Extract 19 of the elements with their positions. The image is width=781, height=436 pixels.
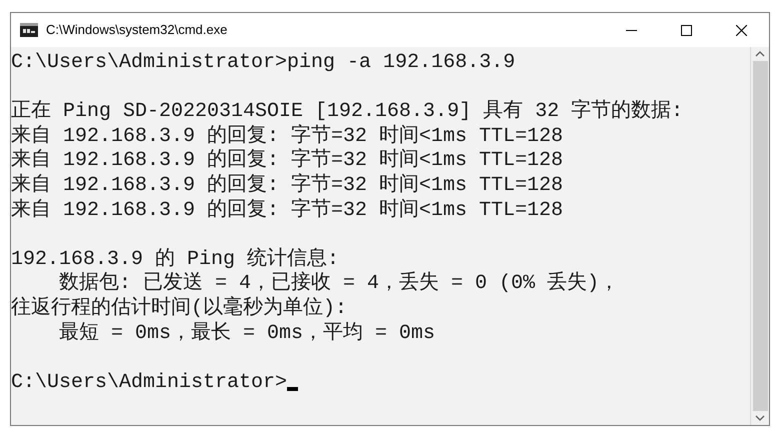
console-line: 来自 192.168.3.9 的回复: 字节=32 时间<1ms TTL=128 [11, 174, 564, 198]
console-line: 往返行程的估计时间(以毫秒为单位): [11, 296, 348, 322]
maximize-icon [681, 24, 692, 36]
console-line: 192.168.3.9 的 Ping 统计信息: [11, 248, 340, 271]
console-line: 来自 192.168.3.9 的回复: 字节=32 时间<1ms TTL=128 [11, 124, 564, 148]
console-line: 最短 = 0ms，最长 = 0ms，平均 = 0ms [58, 322, 436, 346]
scroll-up-icon[interactable] [755, 51, 765, 57]
console-line: 数据包: 已发送 = 4，已接收 = 4，丢失 = 0 (0% 丢失)， [58, 272, 620, 296]
scrollbar[interactable] [750, 47, 769, 425]
console-line: 来自 192.168.3.9 的回复: 字节=32 时间<1ms TTL=128 [11, 198, 564, 224]
scroll-down-icon[interactable] [755, 415, 765, 421]
console-line: C:\Users\Administrator> [11, 370, 288, 396]
console-line: C:\Users\Administrator>ping -a 192.168.3.9 [11, 51, 516, 76]
scroll-thumb[interactable] [752, 61, 768, 411]
console-line: 来自 192.168.3.9 的回复: 字节=32 时间<1ms TTL=128 [11, 149, 564, 173]
close-icon [736, 24, 747, 36]
console-line: 正在 Ping SD-20220314SOIE [192.168.3.9] 具有 32 字节的数据: [11, 100, 684, 124]
window-title: C:\Windows\system32\cmd.exe [46, 21, 228, 40]
console-app-icon [20, 23, 38, 37]
